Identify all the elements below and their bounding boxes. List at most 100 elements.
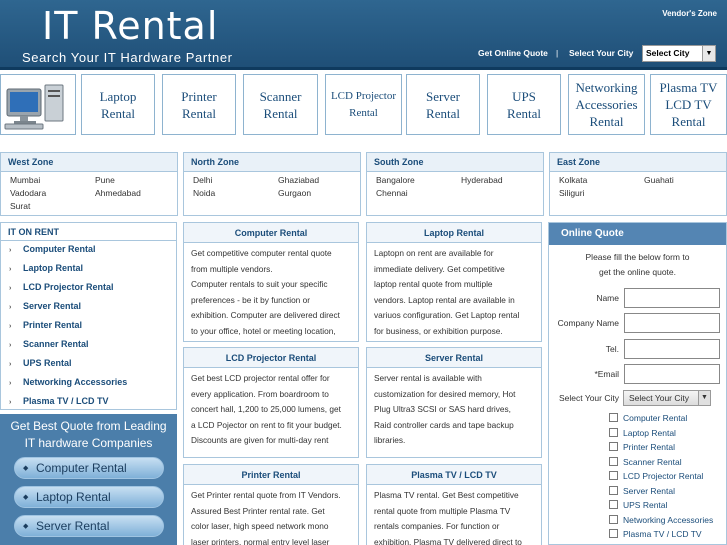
get-online-quote-link[interactable]: Get Online Quote	[478, 48, 548, 58]
bullet-icon: ◆	[23, 523, 29, 530]
city-link[interactable]: Chennai	[376, 187, 461, 199]
category-lcd-projector-rental[interactable]: LCD Projector Rental	[325, 74, 402, 135]
city-link[interactable]: Noida	[193, 187, 278, 199]
laptop-rental-button[interactable]: ◆ Laptop Rental	[14, 486, 164, 508]
computer-image	[0, 74, 76, 135]
city-select-label: Select Your City	[558, 393, 619, 403]
best-quote-panel: Get Best Quote from Leading IT hardware …	[0, 414, 177, 545]
checkbox[interactable]	[609, 442, 618, 451]
printer-rental-box: Printer Rental Get Printer rental quote …	[183, 464, 359, 545]
company-name-field[interactable]	[624, 313, 720, 333]
it-on-rent-item[interactable]: › Server Rental	[1, 298, 176, 317]
checkbox-networking-accessories[interactable]: Networking Accessories	[609, 515, 713, 525]
it-on-rent-item[interactable]: › Printer Rental	[1, 317, 176, 336]
checkbox[interactable]	[609, 413, 618, 422]
arrow-bullet-icon: ›	[9, 380, 12, 387]
it-on-rent-item[interactable]: › Computer Rental	[1, 241, 176, 260]
it-on-rent-title: IT ON RENT	[1, 223, 176, 241]
it-on-rent-item[interactable]: › Plasma TV / LCD TV	[1, 393, 176, 412]
select-city-label: Select Your City	[569, 48, 634, 58]
zone-west: West Zone Mumbai Pune Vadodara Ahmedabad…	[0, 152, 178, 216]
arrow-bullet-icon: ›	[9, 342, 12, 349]
city-link[interactable]: Ahmedabad	[95, 187, 180, 199]
it-on-rent-item[interactable]: › UPS Rental	[1, 355, 176, 374]
arrow-bullet-icon: ›	[9, 323, 12, 330]
email-label: *Email	[594, 369, 619, 379]
arrow-bullet-icon: ›	[9, 399, 12, 406]
zone-title: North Zone	[184, 153, 360, 172]
city-link[interactable]: Ghaziabad	[278, 174, 363, 186]
company-name-label: Company Name	[557, 318, 619, 328]
name-field[interactable]	[624, 288, 720, 308]
it-on-rent-item[interactable]: › LCD Projector Rental	[1, 279, 176, 298]
tel-label: Tel.	[605, 344, 619, 354]
laptop-rental-box: Laptop Rental Laptopn on rent are availa…	[366, 222, 542, 342]
city-link[interactable]: Gurgaon	[278, 187, 363, 199]
site-logo[interactable]: IT Rental	[42, 4, 218, 48]
checkbox[interactable]	[609, 486, 618, 495]
quote-city-select[interactable]: Select Your City ▼	[623, 390, 711, 406]
city-link[interactable]: Vadodara	[10, 187, 95, 199]
box-title[interactable]: Printer Rental	[184, 465, 358, 485]
online-quote-form: Online Quote Please fill the below form …	[548, 222, 727, 545]
checkbox[interactable]	[609, 471, 618, 480]
tel-field[interactable]	[624, 339, 720, 359]
box-title[interactable]: Computer Rental	[184, 223, 358, 243]
city-link[interactable]: Mumbai	[10, 174, 95, 186]
city-link[interactable]: Guahati	[644, 174, 727, 186]
category-networking-accessories-rental[interactable]: Networking Accessories Rental	[568, 74, 645, 135]
site-header: IT Rental Search Your IT Hardware Partne…	[0, 0, 727, 70]
box-title[interactable]: Plasma TV / LCD TV	[367, 465, 541, 485]
computer-rental-box: Computer Rental Get competitive computer…	[183, 222, 359, 342]
checkbox[interactable]	[609, 500, 618, 509]
lcd-projector-rental-box: LCD Projector Rental Get best LCD projec…	[183, 347, 359, 458]
city-link[interactable]: Hyderabad	[461, 174, 546, 186]
chevron-down-icon: ▼	[702, 46, 715, 61]
city-link[interactable]: Siliguri	[559, 187, 644, 199]
category-printer-rental[interactable]: Printer Rental	[162, 74, 236, 135]
city-link[interactable]: Bangalore	[376, 174, 461, 186]
zone-east: East Zone Kolkata Guahati Siliguri	[549, 152, 727, 216]
email-field[interactable]	[624, 364, 720, 384]
checkbox-computer-rental[interactable]: Computer Rental	[609, 413, 687, 423]
zone-title: South Zone	[367, 153, 543, 172]
checkbox-scanner-rental[interactable]: Scanner Rental	[609, 457, 682, 467]
city-link[interactable]: Surat	[10, 200, 95, 212]
checkbox[interactable]	[609, 529, 618, 538]
server-rental-button[interactable]: ◆ Server Rental	[14, 515, 164, 537]
bullet-icon: ◆	[23, 494, 29, 501]
box-title[interactable]: LCD Projector Rental	[184, 348, 358, 368]
checkbox-plasma-tv[interactable]: Plasma TV / LCD TV	[609, 529, 702, 539]
box-title[interactable]: Server Rental	[367, 348, 541, 368]
arrow-bullet-icon: ›	[9, 304, 12, 311]
box-title[interactable]: Laptop Rental	[367, 223, 541, 243]
category-ups-rental[interactable]: UPS Rental	[487, 74, 561, 135]
name-label: Name	[596, 293, 619, 303]
checkbox[interactable]	[609, 457, 618, 466]
best-quote-title: Get Best Quote from Leading IT hardware …	[10, 419, 167, 450]
city-link[interactable]: Pune	[95, 174, 180, 186]
plasma-tv-rental-box: Plasma TV / LCD TV Plasma TV rental. Get…	[366, 464, 542, 545]
checkbox-ups-rental[interactable]: UPS Rental	[609, 500, 667, 510]
city-select[interactable]: Select City ▼	[642, 45, 716, 62]
category-scanner-rental[interactable]: Scanner Rental	[243, 74, 318, 135]
vendors-zone-link[interactable]: Vendor's Zone	[662, 9, 717, 18]
checkbox-server-rental[interactable]: Server Rental	[609, 486, 675, 496]
checkbox-lcd-projector-rental[interactable]: LCD Projector Rental	[609, 471, 703, 481]
computer-rental-button[interactable]: ◆ Computer Rental	[14, 457, 164, 479]
category-server-rental[interactable]: Server Rental	[406, 74, 480, 135]
city-select-value: Select City	[646, 48, 690, 58]
zone-title: East Zone	[550, 153, 726, 172]
category-plasma-tv-rental[interactable]: Plasma TV LCD TV Rental	[650, 74, 727, 135]
checkbox-printer-rental[interactable]: Printer Rental	[609, 442, 675, 452]
checkbox[interactable]	[609, 428, 618, 437]
checkbox[interactable]	[609, 515, 618, 524]
city-link[interactable]: Delhi	[193, 174, 278, 186]
it-on-rent-item[interactable]: › Scanner Rental	[1, 336, 176, 355]
online-quote-title: Online Quote	[549, 223, 726, 245]
city-link[interactable]: Kolkata	[559, 174, 644, 186]
it-on-rent-item[interactable]: › Laptop Rental	[1, 260, 176, 279]
it-on-rent-item[interactable]: › Networking Accessories	[1, 374, 176, 393]
checkbox-laptop-rental[interactable]: Laptop Rental	[609, 428, 676, 438]
category-laptop-rental[interactable]: Laptop Rental	[81, 74, 155, 135]
